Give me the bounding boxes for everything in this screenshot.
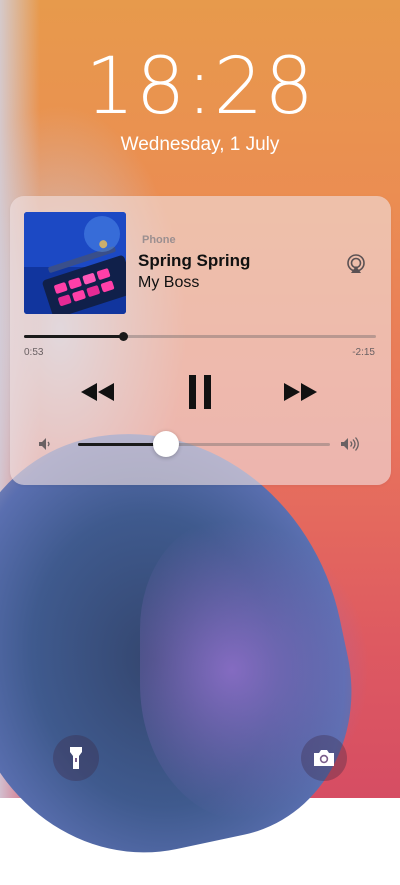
remaining-time: -2:15 <box>352 347 375 358</box>
volume-high-icon <box>340 436 362 452</box>
album-art[interactable] <box>24 212 126 314</box>
playback-progress <box>24 335 123 338</box>
pause-icon <box>189 375 211 409</box>
now-playing-card: Phone Spring Spring My Boss 0:53 -2:15 <box>10 196 391 485</box>
lockscreen-clock: 18:28 <box>85 42 315 132</box>
lockscreen-date: Wednesday, 1 July <box>120 134 280 155</box>
volume-slider[interactable] <box>78 431 330 457</box>
playback-scrubber[interactable] <box>24 332 376 341</box>
flashlight-button[interactable] <box>53 735 99 781</box>
song-title: Spring Spring <box>138 251 251 270</box>
fast-forward-button[interactable] <box>278 372 322 412</box>
rewind-button[interactable] <box>76 372 120 412</box>
flashlight-icon <box>70 747 82 769</box>
volume-slider-handle[interactable] <box>153 431 180 457</box>
volume-low-icon <box>38 437 54 451</box>
artist-name: My Boss <box>138 274 200 291</box>
pause-button[interactable] <box>178 372 222 412</box>
camera-button[interactable] <box>301 735 347 781</box>
album-art-image <box>24 212 126 314</box>
fast-forward-icon <box>284 383 317 401</box>
playback-source: Phone <box>142 234 176 246</box>
camera-icon <box>314 750 334 766</box>
rewind-icon <box>81 383 114 401</box>
airplay-icon[interactable] <box>345 253 367 275</box>
playback-scrubber-handle[interactable] <box>118 332 128 341</box>
elapsed-time: 0:53 <box>24 347 44 358</box>
